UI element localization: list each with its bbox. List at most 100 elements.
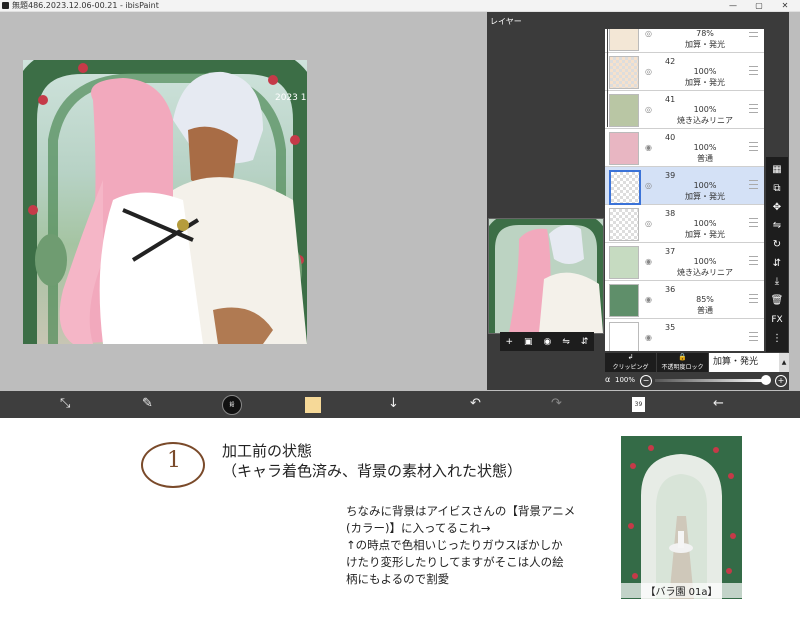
camera-icon[interactable]: ◉ xyxy=(544,337,552,347)
app-icon xyxy=(2,2,9,9)
artwork-canvas[interactable]: 2023 12.6 xyxy=(23,60,307,344)
reference-caption: 【バラ園 01a】 xyxy=(621,583,742,598)
layer-row[interactable]: ◉ 40 100% 普通 xyxy=(605,129,764,167)
fx-icon[interactable]: FX xyxy=(771,315,782,325)
layer-row[interactable]: ◉ 35 xyxy=(605,319,764,351)
layer-number: 38 xyxy=(665,209,676,218)
lock-icon: 🔒 xyxy=(678,353,687,361)
layer-opacity: 100% xyxy=(693,181,717,190)
layer-row[interactable]: ◉ 36 85% 普通 xyxy=(605,281,764,319)
trash-icon[interactable]: 🗑 xyxy=(771,296,784,306)
redo-icon[interactable]: ↷ xyxy=(551,397,562,411)
layer-number: 42 xyxy=(665,57,676,66)
layer-row[interactable]: ◎ 78% 加算・発光 xyxy=(605,29,764,53)
eye-icon[interactable]: ◎ xyxy=(645,67,652,76)
flip-horizontal-icon[interactable]: ⇋ xyxy=(562,337,570,347)
move-icon[interactable]: ✥ xyxy=(773,202,781,213)
layer-button[interactable]: 39 xyxy=(632,397,645,412)
back-arrow-icon[interactable]: ← xyxy=(713,397,724,411)
brush-tool-icon[interactable]: ✎ xyxy=(142,397,153,411)
eye-icon[interactable]: ◉ xyxy=(645,295,652,304)
layer-thumbnail xyxy=(609,132,639,165)
merge-down-icon[interactable]: ⤓ xyxy=(775,277,779,287)
add-folder-icon[interactable]: ▣ xyxy=(524,337,533,347)
drag-handle-icon[interactable] xyxy=(749,104,758,113)
layer-thumbnail xyxy=(609,284,639,317)
layer-row[interactable]: ◎ 41 100% 焼き込みリニア xyxy=(605,91,764,129)
maximize-button[interactable]: ▢ xyxy=(746,0,772,11)
alpha-value: 100% xyxy=(615,376,636,384)
layer-blend-mode: 加算・発光 xyxy=(685,78,725,87)
flip-vertical-icon[interactable]: ⇵ xyxy=(773,258,781,269)
layer-number: 37 xyxy=(665,247,676,256)
flip-vertical-icon[interactable]: ⇵ xyxy=(581,337,589,347)
eye-icon[interactable]: ◎ xyxy=(645,29,652,38)
layer-row[interactable]: ◎ 42 100% 加算・発光 xyxy=(605,53,764,91)
checkerboard-icon[interactable]: ▦ xyxy=(772,165,781,175)
rotate-icon[interactable]: ↻ xyxy=(773,240,781,250)
drag-handle-icon[interactable] xyxy=(749,332,758,341)
opacity-slider[interactable] xyxy=(655,379,767,382)
layer-thumbnail xyxy=(609,246,639,279)
note-line: ↑の時点で色相いじったりガウスぼかしか xyxy=(346,538,563,552)
canvas-preview[interactable] xyxy=(488,218,604,334)
layer-number: 39 xyxy=(665,171,676,180)
drag-handle-icon[interactable] xyxy=(749,294,758,303)
layer-blend-mode: 焼き込みリニア xyxy=(677,116,733,125)
eye-icon[interactable]: ◎ xyxy=(645,219,652,228)
eye-icon[interactable]: ◉ xyxy=(645,333,652,342)
alpha-label: α xyxy=(605,375,611,384)
layer-transfer-icon[interactable]: ⧉ xyxy=(773,184,780,194)
drag-handle-icon[interactable] xyxy=(749,256,758,265)
blend-controls: ↲ クリッピング 🔒 不透明度ロック 加算・発光 ▲ xyxy=(605,353,789,372)
drag-handle-icon[interactable] xyxy=(749,218,758,227)
blend-mode-select[interactable]: 加算・発光 xyxy=(709,353,779,372)
preview-thumbnail xyxy=(489,219,603,333)
arrow-down-icon[interactable]: ↓ xyxy=(388,397,399,411)
eye-icon[interactable]: ◉ xyxy=(645,257,652,266)
drag-handle-icon[interactable] xyxy=(749,180,758,189)
layer-blend-mode: 加算・発光 xyxy=(685,192,725,201)
drag-handle-icon[interactable] xyxy=(749,29,758,37)
more-icon[interactable]: ⋮ xyxy=(772,333,782,344)
annotation-heading: 加工前の状態 xyxy=(222,442,313,460)
layer-row[interactable]: ◉ 37 100% 焼き込みリニア xyxy=(605,243,764,281)
layer-opacity: 100% xyxy=(693,67,717,76)
note-line: けたり変形したりしてますがそこは人の絵 xyxy=(346,555,564,569)
clipping-icon: ↲ xyxy=(627,353,634,361)
clipping-button[interactable]: ↲ クリッピング xyxy=(605,353,656,372)
transform-tool-icon[interactable]: ⤡ xyxy=(60,397,70,411)
minus-icon[interactable]: − xyxy=(640,375,652,387)
layer-row[interactable]: ◎ 38 100% 加算・発光 xyxy=(605,205,764,243)
layer-blend-mode: 普通 xyxy=(697,154,713,163)
window-title: 無題486.2023.12.06-00.21 - ibisPaint xyxy=(12,1,159,10)
layer-opacity: 78% xyxy=(696,29,714,38)
note-line: ちなみに背景はアイビスさんの【背景アニメ xyxy=(346,504,576,518)
flip-horizontal-icon[interactable]: ⇋ xyxy=(773,221,781,231)
eye-icon[interactable]: ◉ xyxy=(645,143,652,152)
layer-number: 36 xyxy=(665,285,676,294)
note-line: 柄にもよるので割愛 xyxy=(346,572,450,586)
blend-mode-arrow-icon[interactable]: ▲ xyxy=(779,353,789,372)
eye-icon[interactable]: ◎ xyxy=(645,181,652,190)
layer-list[interactable]: ◎ 78% 加算・発光 ◎ 42 100% 加算・発光 ◎ 41 100% 焼き… xyxy=(605,29,764,351)
layer-opacity: 85% xyxy=(696,295,714,304)
alpha-lock-button[interactable]: 🔒 不透明度ロック xyxy=(657,353,708,372)
eye-icon[interactable]: ◎ xyxy=(645,105,652,114)
preview-toolbar: + ▣ ◉ ⇋ ⇵ xyxy=(500,332,594,351)
opacity-slider-knob[interactable] xyxy=(761,375,771,385)
plus-icon[interactable]: + xyxy=(775,375,787,387)
add-layer-icon[interactable]: + xyxy=(505,337,513,347)
reference-background-image: 【バラ園 01a】 xyxy=(621,436,742,599)
color-swatch[interactable] xyxy=(305,397,321,413)
close-button[interactable]: ✕ xyxy=(772,0,798,11)
drag-handle-icon[interactable] xyxy=(749,66,758,75)
undo-icon[interactable]: ↶ xyxy=(470,397,481,411)
minimize-button[interactable]: — xyxy=(720,0,746,11)
brush-size-indicator[interactable]: 鉛 xyxy=(222,395,242,415)
clipping-bracket xyxy=(607,29,611,127)
layer-blend-mode: 焼き込みリニア xyxy=(677,268,733,277)
drag-handle-icon[interactable] xyxy=(749,142,758,151)
layer-row-selected[interactable]: ◎ 39 100% 加算・発光 xyxy=(605,167,764,205)
artwork-illustration: 2023 12.6 xyxy=(23,60,307,344)
